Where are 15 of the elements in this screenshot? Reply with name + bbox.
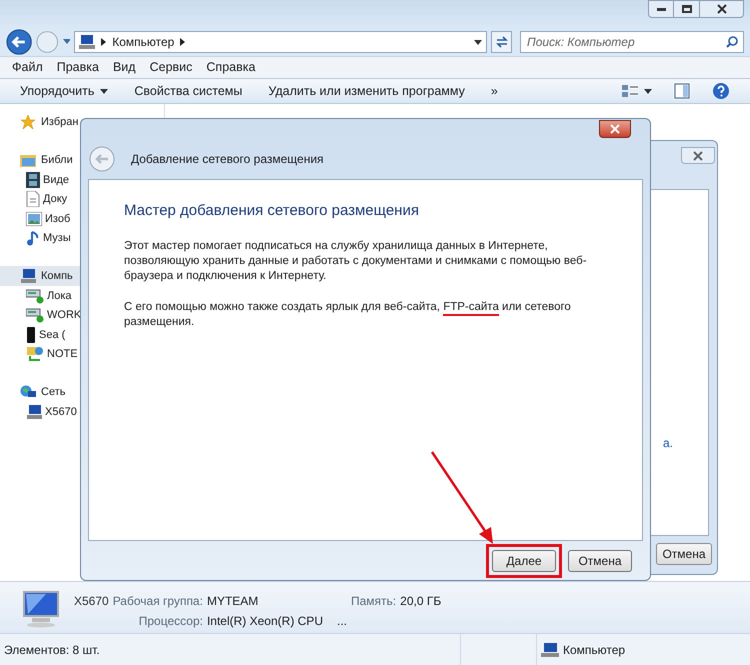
field-label: Память: (351, 593, 396, 610)
field-label: Процессор: (138, 613, 203, 630)
item-count: Элементов: 8 шт. (3, 642, 101, 658)
paragraph: С его помощью можно также создать ярлык для веб-сайта, FTP-сайта или сетевого размещения. (124, 300, 572, 330)
dialog-title: Добавление сетевого размещения (131, 151, 324, 168)
wizard-heading: Мастер добавления сетевого размещения (124, 201, 420, 221)
field-label: Рабочая группа: (112, 593, 203, 610)
field-value: 20,0 ГБ (400, 593, 442, 610)
address-text: Компьютер (112, 34, 174, 51)
paragraph: Этот мастер помогает подписаться на службу хранилища данных в Интернете, позволяющую хранить данные и работать с документами и снимками с помощью веб-браузера и подключения к Интернету. (124, 238, 588, 284)
ellipsis-text: ... (336, 613, 347, 630)
computer-name: X5670 (74, 593, 109, 610)
field-value: MYTEAM (206, 593, 260, 610)
field-value: Intel(R) Xeon(R) CPU (206, 613, 323, 630)
location-text: Компьютер (563, 642, 626, 658)
